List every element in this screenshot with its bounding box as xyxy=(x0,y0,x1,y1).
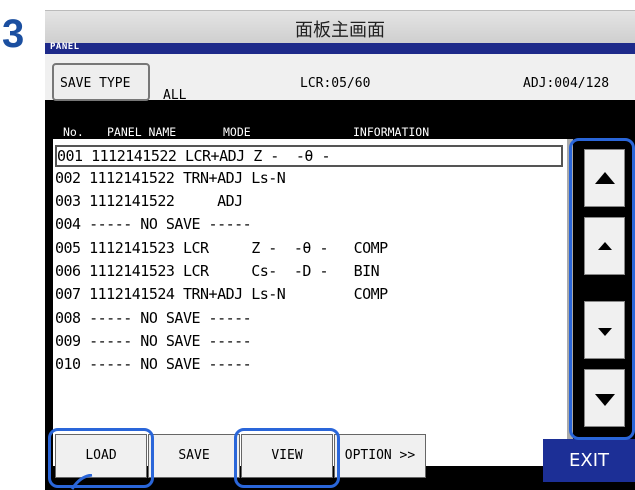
option-button-label: OPTION >> xyxy=(344,448,416,463)
exit-button[interactable]: EXIT xyxy=(543,439,635,482)
title-bar-label: PANEL xyxy=(50,42,80,52)
list-item[interactable]: 008 ----- NO SAVE ----- xyxy=(55,309,252,331)
save-type-value: ALL xyxy=(163,88,187,103)
save-type-label: SAVE TYPE xyxy=(60,76,131,91)
list-item[interactable]: 009 ----- NO SAVE ----- xyxy=(55,332,252,354)
column-header: No. PANEL NAME MODE INFORMATION xyxy=(53,125,573,139)
column-no: No. xyxy=(63,125,84,139)
panel-list: 001 1112141522 LCR+ADJ Z - -θ - 002 1112… xyxy=(53,139,573,466)
pointer-mark xyxy=(70,474,93,490)
screen-caption: 面板主画面 xyxy=(295,20,385,41)
save-button[interactable]: SAVE xyxy=(148,434,240,478)
instrument-screen: PANEL SAVE TYPE ALL LCR:05/60 ADJ:004/12… xyxy=(45,42,635,490)
column-mode: MODE xyxy=(223,125,251,139)
list-item[interactable]: 006 1112141523 LCR Cs- -D - BIN xyxy=(55,262,380,284)
list-item[interactable]: 002 1112141522 TRN+ADJ Ls-N xyxy=(55,169,286,191)
lcr-count: LCR:05/60 xyxy=(300,76,371,91)
list-item[interactable]: 010 ----- NO SAVE ----- xyxy=(55,355,252,377)
view-button-highlight xyxy=(234,428,340,488)
list-item[interactable]: 001 1112141522 LCR+ADJ Z - -θ - xyxy=(55,145,563,167)
title-bar: PANEL xyxy=(45,42,635,54)
option-button[interactable]: OPTION >> xyxy=(334,434,426,478)
column-panel-name: PANEL NAME xyxy=(107,125,177,139)
adj-count: ADJ:004/128 xyxy=(523,76,610,91)
nav-buttons-highlight xyxy=(569,138,635,440)
list-item[interactable]: 003 1112141522 ADJ xyxy=(55,192,243,214)
list-item[interactable]: 007 1112141524 TRN+ADJ Ls-N COMP xyxy=(55,285,388,307)
list-item[interactable]: 004 ----- NO SAVE ----- xyxy=(55,215,252,237)
caption-bar: 面板主画面 xyxy=(45,10,635,43)
column-information: INFORMATION xyxy=(353,125,430,139)
step-number: 3 xyxy=(2,12,25,56)
list-item[interactable]: 005 1112141523 LCR Z - -θ - COMP xyxy=(55,239,388,261)
save-type-button[interactable]: SAVE TYPE xyxy=(52,63,150,101)
